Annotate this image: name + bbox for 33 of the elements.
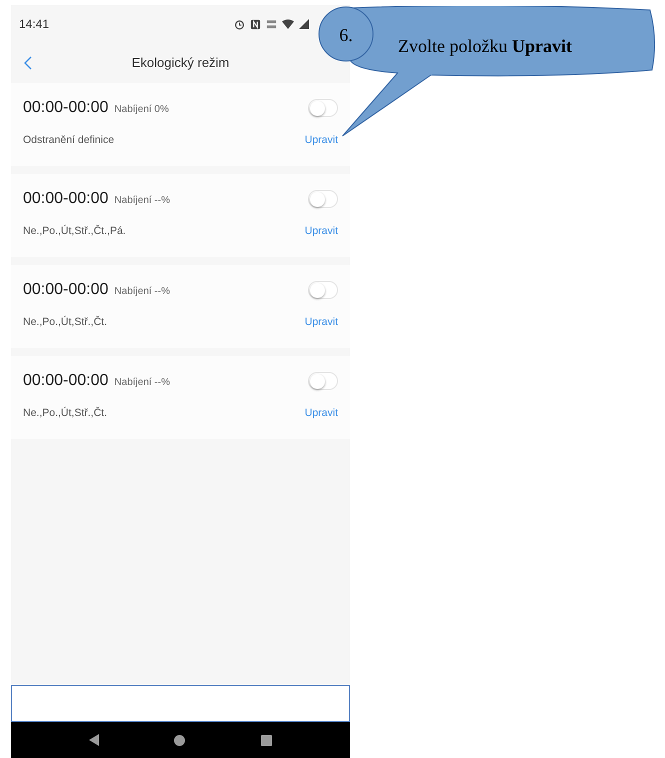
toggle-switch[interactable] [308,190,338,208]
toggle-switch[interactable] [308,281,338,299]
schedule-card[interactable]: 00:00-00:00 Nabíjení --% Ne.,Po.,Út,Stř.,Čt. Upravit [11,356,350,439]
days-label: Odstranění definice [23,133,114,148]
days-label: Ne.,Po.,Út,Stř.,Čt.,Pá. [23,224,126,239]
days-label: Ne.,Po.,Út,Stř.,Čt. [23,315,108,330]
recents-icon[interactable] [261,734,272,746]
callout-text: Zvolte položku Upravit [398,35,572,58]
days-label: Ne.,Po.,Út,Stř.,Čt. [23,406,108,421]
page-title: Ekologický režim [132,54,230,72]
charge-label: Nabíjení --% [114,194,170,208]
charge-label: Nabíjení --% [114,376,170,390]
schedule-card[interactable]: 00:00-00:00 Nabíjení 0% Odstranění definice Upravit [11,83,350,166]
back-icon[interactable] [88,734,99,746]
wifi-icon [282,19,294,29]
status-time: 14:41 [19,16,50,33]
back-icon[interactable] [24,56,32,70]
time-range: 00:00-00:00 [23,371,108,391]
alarm-icon [234,18,245,30]
signal-icon [299,19,309,29]
home-icon[interactable] [174,734,186,746]
toggle-switch[interactable] [308,99,338,117]
step-number: 6. [338,24,354,47]
toggle-switch[interactable] [308,372,338,390]
schedule-card[interactable]: 00:00-00:00 Nabíjení --% Ne.,Po.,Út,Stř.,Čt. Upravit [11,265,350,348]
time-range: 00:00-00:00 [23,280,108,300]
nfc-icon [250,18,261,30]
charge-label: Nabíjení --% [114,285,170,299]
input-field[interactable] [11,685,350,722]
charge-label: Nabíjení 0% [114,103,169,117]
time-range: 00:00-00:00 [23,98,108,118]
time-range: 00:00-00:00 [23,189,108,209]
schedule-card[interactable]: 00:00-00:00 Nabíjení --% Ne.,Po.,Út,Stř.,Čt.,Pá. Upravit [11,174,350,257]
